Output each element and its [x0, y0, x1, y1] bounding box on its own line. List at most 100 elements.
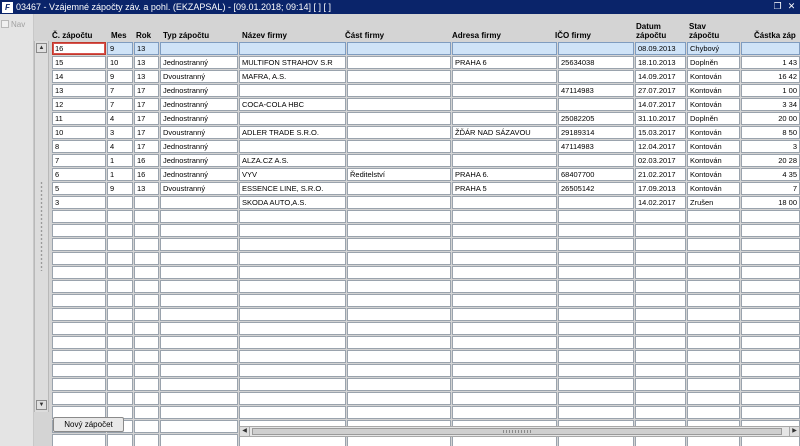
table-row[interactable] [52, 252, 800, 266]
cell-ico[interactable] [558, 252, 634, 265]
cell-cislo[interactable] [52, 224, 106, 237]
cell-stav[interactable] [687, 308, 740, 321]
cell-adresa[interactable]: PRAHA 5 [452, 182, 557, 195]
table-row[interactable] [52, 210, 800, 224]
cell-cast[interactable] [347, 112, 451, 125]
cell-nazev[interactable]: ADLER TRADE S.R.O. [239, 126, 346, 139]
table-row[interactable] [52, 238, 800, 252]
scroll-up-icon[interactable]: ▲ [36, 43, 47, 53]
cell-nazev[interactable] [239, 266, 346, 279]
cell-rok[interactable] [134, 392, 159, 405]
cell-stav[interactable]: Kontován [687, 84, 740, 97]
cell-nazev[interactable] [239, 280, 346, 293]
cell-nazev[interactable] [239, 140, 346, 153]
cell-rok[interactable] [134, 238, 159, 251]
cell-castka[interactable]: 20 00 [741, 112, 800, 125]
scrollbar-grip[interactable] [40, 181, 43, 271]
table-row[interactable]: 16 9 13 08.09.2013 Chybový [52, 42, 800, 56]
cell-rok[interactable]: 13 [134, 56, 159, 69]
cell-adresa[interactable] [452, 378, 557, 391]
cell-datum[interactable]: 21.02.2017 [635, 168, 686, 181]
table-row[interactable] [52, 406, 800, 420]
table-row[interactable] [52, 392, 800, 406]
table-row[interactable]: 6 1 16 Jednostranný VYV Ředitelství PRAHA 6. 68… [52, 168, 800, 182]
cell-cislo[interactable] [52, 392, 106, 405]
cell-stav[interactable]: Kontován [687, 154, 740, 167]
cell-castka[interactable]: 18 00 [741, 196, 800, 209]
cell-castka[interactable]: 16 42 [741, 70, 800, 83]
table-row[interactable] [52, 364, 800, 378]
cell-stav[interactable] [687, 294, 740, 307]
cell-rok[interactable]: 13 [134, 42, 159, 55]
cell-ico[interactable] [558, 210, 634, 223]
cell-mes[interactable] [107, 238, 133, 251]
cell-datum[interactable]: 14.09.2017 [635, 70, 686, 83]
cell-rok[interactable]: 13 [134, 182, 159, 195]
cell-nazev[interactable] [239, 378, 346, 391]
cell-castka[interactable] [741, 238, 800, 251]
cell-cast[interactable] [347, 56, 451, 69]
cell-rok[interactable]: 13 [134, 70, 159, 83]
cell-castka[interactable] [741, 406, 800, 419]
cell-nazev[interactable] [239, 336, 346, 349]
cell-mes[interactable] [107, 224, 133, 237]
cell-rok[interactable] [134, 434, 159, 446]
cell-adresa[interactable] [452, 210, 557, 223]
cell-nazev[interactable] [239, 308, 346, 321]
cell-ico[interactable]: 47114983 [558, 84, 634, 97]
cell-stav[interactable] [687, 266, 740, 279]
cell-nazev[interactable]: SKODA AUTO,A.S. [239, 196, 346, 209]
cell-cislo[interactable] [52, 266, 106, 279]
cell-rok[interactable] [134, 266, 159, 279]
cell-cislo[interactable]: 12 [52, 98, 106, 111]
cell-typ[interactable] [160, 280, 238, 293]
cell-mes[interactable] [107, 280, 133, 293]
cell-nazev[interactable]: ALZA.CZ A.S. [239, 154, 346, 167]
table-row[interactable] [52, 350, 800, 364]
table-row[interactable] [52, 378, 800, 392]
new-offset-button[interactable]: Nový zápočet [53, 417, 124, 432]
cell-nazev[interactable] [239, 252, 346, 265]
cell-mes[interactable] [107, 336, 133, 349]
cell-cislo[interactable] [52, 308, 106, 321]
nav-button[interactable]: Nav [1, 18, 25, 30]
cell-typ[interactable] [160, 42, 238, 55]
cell-cast[interactable] [347, 336, 451, 349]
cell-adresa[interactable] [452, 294, 557, 307]
scroll-right-icon[interactable]: ▶ [789, 427, 799, 436]
cell-ico[interactable]: 25082205 [558, 112, 634, 125]
cell-cislo[interactable]: 8 [52, 140, 106, 153]
cell-adresa[interactable] [452, 308, 557, 321]
cell-stav[interactable] [687, 336, 740, 349]
cell-adresa[interactable] [452, 392, 557, 405]
cell-nazev[interactable] [239, 322, 346, 335]
cell-castka[interactable] [741, 378, 800, 391]
cell-castka[interactable] [741, 42, 800, 55]
cell-cast[interactable] [347, 98, 451, 111]
column-header-ico[interactable]: IČO firmy [555, 31, 591, 40]
cell-rok[interactable] [134, 378, 159, 391]
cell-castka[interactable]: 3 [741, 140, 800, 153]
cell-castka[interactable] [741, 280, 800, 293]
cell-stav[interactable]: Kontován [687, 140, 740, 153]
cell-ico[interactable] [558, 294, 634, 307]
cell-stav[interactable] [687, 280, 740, 293]
cell-cast[interactable] [347, 196, 451, 209]
cell-cast[interactable]: Ředitelství [347, 168, 451, 181]
column-header-mes[interactable]: Mes [111, 31, 127, 40]
cell-stav[interactable] [687, 238, 740, 251]
cell-ico[interactable] [558, 98, 634, 111]
cell-cislo[interactable]: 16 [52, 42, 106, 55]
cell-cast[interactable] [347, 126, 451, 139]
cell-cislo[interactable] [52, 238, 106, 251]
cell-mes[interactable] [107, 294, 133, 307]
cell-ico[interactable] [558, 266, 634, 279]
cell-datum[interactable] [635, 308, 686, 321]
cell-mes[interactable]: 10 [107, 56, 133, 69]
cell-typ[interactable] [160, 294, 238, 307]
cell-rok[interactable]: 17 [134, 140, 159, 153]
table-row[interactable]: 15 10 13 Jednostranný MULTIFON STRAHOV S.R PR… [52, 56, 800, 70]
table-row[interactable] [52, 266, 800, 280]
cell-rok[interactable] [134, 294, 159, 307]
table-row[interactable]: 11 4 17 Jednostranný 25082205 31.10.2017 Dopln… [52, 112, 800, 126]
